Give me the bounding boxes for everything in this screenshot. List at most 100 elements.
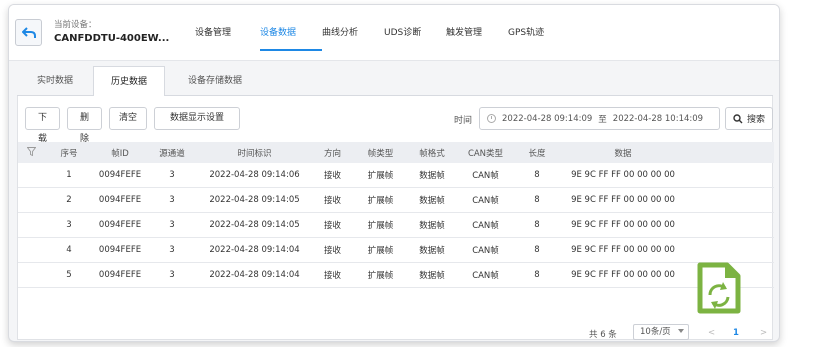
- table-cell: 2022-04-28 09:14:05: [209, 220, 300, 230]
- nav-device-management[interactable]: 设备管理: [195, 5, 260, 61]
- tab-realtime-data[interactable]: 实时数据: [17, 66, 93, 96]
- nav-trigger-management[interactable]: 触发管理: [446, 5, 508, 61]
- table-cell: 0094FEFE: [98, 195, 142, 205]
- table-row[interactable]: 2 0094FEFE 3 2022-04-28 09:14:05 接收 扩展帧 数据帧 CAN…: [18, 188, 774, 213]
- tab-device-storage-data[interactable]: 设备存储数据: [165, 66, 265, 96]
- page-size-select[interactable]: 10条/页: [633, 324, 689, 340]
- table-cell: 2022-04-28 09:14:05: [209, 195, 300, 205]
- time-label: 时间: [454, 116, 473, 126]
- display-settings-button[interactable]: 数据显示设置: [154, 107, 240, 130]
- history-table: 序号 帧ID 源通道 时间标识 方向 帧类型 帧格式 CAN类型 长度 数据 1…: [18, 142, 774, 288]
- file-refresh-icon: [697, 262, 741, 314]
- download-button[interactable]: 下载: [25, 107, 60, 144]
- table-header: 序号 帧ID 源通道 时间标识 方向 帧类型 帧格式 CAN类型 长度 数据: [18, 142, 774, 163]
- table-row[interactable]: 1 0094FEFE 3 2022-04-28 09:14:06 接收 扩展帧 数据帧 CAN…: [18, 163, 774, 188]
- col-header: 帧格式: [419, 148, 445, 159]
- table-cell: 数据帧: [419, 221, 445, 231]
- table-cell: 8: [534, 170, 540, 180]
- filter-icon[interactable]: [18, 146, 44, 159]
- table-cell: 扩展帧: [367, 196, 394, 206]
- table-cell: 2022-04-28 09:14:04: [209, 245, 300, 255]
- table-cell: 接收: [323, 196, 341, 206]
- col-header: 长度: [528, 148, 546, 159]
- table-cell: 0094FEFE: [98, 220, 142, 230]
- table-cell: 9E 9C FF FF 00 00 00 00: [571, 220, 675, 230]
- table-cell: 数据帧: [419, 271, 445, 281]
- table-cell: 数据帧: [419, 246, 445, 256]
- total-count: 共 6 条: [589, 330, 617, 340]
- col-header: 帧类型: [367, 148, 394, 159]
- table-cell: 2022-04-28 09:14:06: [209, 170, 300, 180]
- tab-history-data[interactable]: 历史数据: [93, 66, 165, 97]
- table-cell: 8: [534, 220, 540, 230]
- delete-button[interactable]: 删除: [67, 107, 102, 144]
- nav-curve-analysis[interactable]: 曲线分析: [322, 5, 384, 61]
- table-cell: 3: [169, 195, 175, 205]
- start-time[interactable]: 2022-04-28 09:14:09: [502, 114, 592, 124]
- table-cell: 扩展帧: [367, 246, 394, 256]
- table-cell: 8: [534, 245, 540, 255]
- next-page-button[interactable]: >: [760, 328, 767, 338]
- end-time[interactable]: 2022-04-28 10:14:09: [613, 114, 703, 124]
- current-page[interactable]: 1: [733, 328, 739, 338]
- search-button[interactable]: 搜索: [725, 107, 773, 130]
- table-cell: 3: [169, 270, 175, 280]
- nav-gps-track[interactable]: GPS轨迹: [508, 5, 570, 61]
- table-cell: 0094FEFE: [98, 270, 142, 280]
- time-range-picker[interactable]: 2022-04-28 09:14:09 至 2022-04-28 10:14:0…: [479, 107, 720, 130]
- table-cell: 8: [534, 195, 540, 205]
- table-cell: 0094FEFE: [98, 245, 142, 255]
- table-cell: CAN帧: [472, 171, 499, 181]
- col-header: 时间标识: [237, 148, 272, 159]
- clock-icon: [487, 114, 496, 123]
- table-cell: 扩展帧: [367, 221, 394, 231]
- search-icon: [733, 113, 743, 123]
- table-cell: 接收: [323, 171, 341, 181]
- table-row[interactable]: 5 0094FEFE 3 2022-04-28 09:14:04 接收 扩展帧 数据帧 CAN…: [18, 263, 774, 288]
- table-cell: 3: [169, 245, 175, 255]
- table-cell: 1: [66, 170, 72, 180]
- col-header: 数据: [614, 148, 632, 159]
- device-name: CANFDDTU-400EW...: [54, 33, 170, 44]
- table-cell: 0094FEFE: [98, 170, 142, 180]
- table-body: 1 0094FEFE 3 2022-04-28 09:14:06 接收 扩展帧 数据帧 CAN…: [18, 163, 774, 288]
- table-cell: 4: [66, 245, 72, 255]
- pagination: 共 6 条 10条/页 < 1 >: [18, 324, 774, 340]
- prev-page-button[interactable]: <: [708, 328, 715, 338]
- table-row[interactable]: 4 0094FEFE 3 2022-04-28 09:14:04 接收 扩展帧 数据帧 CAN…: [18, 238, 774, 263]
- table-cell: CAN帧: [472, 271, 499, 281]
- table-cell: 8: [534, 270, 540, 280]
- col-header: CAN类型: [467, 148, 504, 159]
- table-cell: 数据帧: [419, 171, 445, 181]
- table-cell: CAN帧: [472, 221, 499, 231]
- range-separator: 至: [598, 114, 607, 125]
- table-cell: 9E 9C FF FF 00 00 00 00: [571, 245, 675, 255]
- table-cell: 扩展帧: [367, 171, 394, 181]
- chevron-down-icon: [678, 329, 684, 333]
- device-label: 当前设备：: [54, 20, 97, 30]
- nav-device-data[interactable]: 设备数据: [260, 5, 322, 61]
- table-cell: 接收: [323, 221, 341, 231]
- table-cell: 接收: [323, 271, 341, 281]
- history-panel: 下载 删除 清空 数据显示设置 时间 2022-04-28 09:14:09 至…: [17, 96, 774, 340]
- back-button[interactable]: [15, 19, 42, 46]
- table-cell: 扩展帧: [367, 271, 394, 281]
- page-size-value: 10条/页: [640, 327, 671, 337]
- table-cell: 3: [66, 220, 72, 230]
- table-cell: 5: [66, 270, 72, 280]
- nav-uds-diagnosis[interactable]: UDS诊断: [384, 5, 446, 61]
- main-nav: 设备管理 设备数据 曲线分析 UDS诊断 触发管理 GPS轨迹: [195, 5, 570, 61]
- table-cell: 9E 9C FF FF 00 00 00 00: [571, 195, 675, 205]
- col-header: 帧ID: [111, 148, 129, 159]
- table-cell: 2: [66, 195, 72, 205]
- table-cell: 9E 9C FF FF 00 00 00 00: [571, 170, 675, 180]
- col-header: 源通道: [159, 148, 185, 159]
- search-label: 搜索: [746, 115, 765, 125]
- table-cell: 3: [169, 220, 175, 230]
- table-row[interactable]: 3 0094FEFE 3 2022-04-28 09:14:05 接收 扩展帧 数据帧 CAN…: [18, 213, 774, 238]
- col-header: 序号: [60, 148, 78, 159]
- table-cell: CAN帧: [472, 196, 499, 206]
- top-bar: 当前设备： CANFDDTU-400EW... 设备管理 设备数据 曲线分析 U…: [9, 5, 779, 61]
- table-cell: 数据帧: [419, 196, 445, 206]
- clear-button[interactable]: 清空: [109, 107, 147, 130]
